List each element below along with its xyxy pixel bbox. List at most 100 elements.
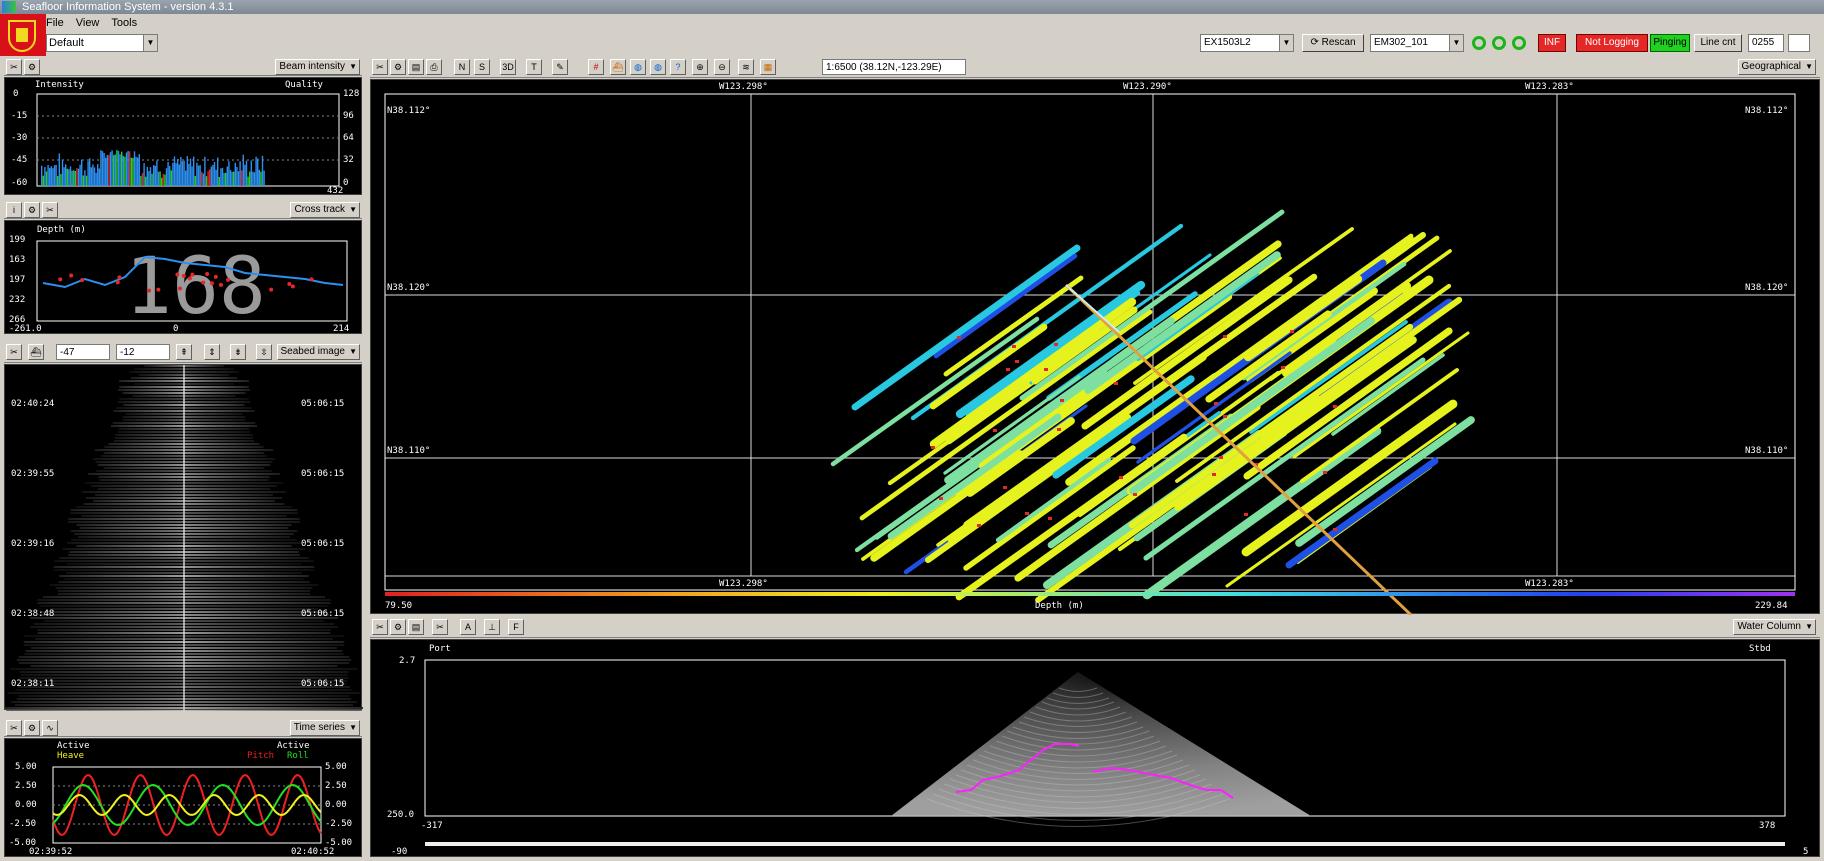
help-icon[interactable]: ?: [670, 59, 686, 75]
beam-bar: [106, 155, 108, 186]
wc-view-dropdown[interactable]: Water Column: [1733, 619, 1816, 635]
beam-bar: [69, 166, 72, 186]
time-view-dropdown[interactable]: Time series: [289, 720, 360, 736]
cross-outlier-point: [309, 277, 314, 282]
line-count-value[interactable]: 0255: [1748, 34, 1784, 52]
measure-icon[interactable]: ✎: [552, 59, 568, 75]
chevron-down-icon[interactable]: ▼: [143, 35, 157, 51]
gain-down-icon[interactable]: ⇟: [230, 344, 246, 360]
filter-icon[interactable]: ✂: [432, 619, 448, 635]
sounding-outlier: [1003, 486, 1007, 489]
graph-icon[interactable]: ∿: [42, 720, 58, 736]
fullscreen-icon[interactable]: F: [508, 619, 524, 635]
layers-icon[interactable]: ▤: [408, 619, 424, 635]
status-light-icon: [1512, 36, 1526, 50]
chevron-down-icon[interactable]: ▼: [1279, 35, 1293, 51]
sounding-outlier: [1323, 471, 1327, 474]
cross-outlier-point: [187, 276, 192, 281]
beam-bar: [141, 173, 144, 186]
globe2-icon[interactable]: ◍: [650, 59, 666, 75]
settings-icon[interactable]: ⚙: [24, 720, 40, 736]
coast-icon[interactable]: ≋: [738, 59, 754, 75]
grid-icon[interactable]: #: [588, 59, 604, 75]
beam-bar: [244, 164, 246, 186]
beam-view-dropdown[interactable]: Beam intensity: [275, 59, 360, 75]
tools-icon[interactable]: ✂: [6, 344, 22, 360]
beam-bar: [170, 170, 172, 186]
survey-select[interactable]: EM302_101 ▼: [1370, 34, 1464, 52]
tools-icon[interactable]: ✂: [42, 202, 58, 218]
menu-tools[interactable]: Tools: [111, 17, 137, 29]
beam-bar: [186, 156, 188, 186]
tools-icon[interactable]: ✂: [6, 59, 22, 75]
beam-bar: [213, 161, 216, 186]
color-bar-min: 79.50: [385, 601, 413, 611]
beam-bar: [263, 170, 265, 186]
depth-map-svg: [384, 93, 1796, 617]
cross-outlier-point: [226, 277, 231, 282]
tools-icon[interactable]: ✂: [6, 720, 22, 736]
globe-icon[interactable]: ◍: [630, 59, 646, 75]
color-bar-max: 229.84: [1755, 601, 1788, 611]
tools-icon[interactable]: ✂: [372, 619, 388, 635]
line-count-spare[interactable]: [1788, 34, 1810, 52]
settings-icon[interactable]: ⚙: [390, 59, 406, 75]
time-y-left-tick: 5.00: [15, 762, 37, 772]
rescan-button[interactable]: ⟳ Rescan: [1302, 34, 1364, 52]
inf-indicator[interactable]: INF: [1538, 34, 1566, 52]
line-count-button[interactable]: Line cnt: [1694, 34, 1742, 52]
seabed-max-input[interactable]: -12: [116, 344, 170, 360]
beam-bar: [221, 167, 224, 186]
sounding-outlier: [1223, 335, 1227, 338]
sounding-outlier: [977, 524, 981, 527]
sounder-select[interactable]: EX1503L2 ▼: [1200, 34, 1294, 52]
time-y-left-tick: 2.50: [15, 781, 37, 791]
settings-icon[interactable]: ⚙: [390, 619, 406, 635]
profile-select[interactable]: Default ▼: [46, 34, 158, 52]
settings-icon[interactable]: ⚙: [24, 202, 40, 218]
seabed-panel-toolbar: ✂ ⛴ -47 -12 ⇞ ⇕ ⇟ ⇳ Seabed image: [4, 343, 362, 363]
projection-dropdown[interactable]: Geographical: [1737, 59, 1816, 75]
gain-slider[interactable]: [425, 842, 1785, 846]
vessel-icon[interactable]: ⛴: [610, 59, 626, 75]
wc-panel-toolbar: ✂ ⚙ ▤ ✂ A ⊥ F Water Column: [370, 618, 1820, 638]
north-up-button[interactable]: N: [454, 59, 470, 75]
gain-up-icon[interactable]: ⇞: [176, 344, 192, 360]
print-icon[interactable]: ⎙: [426, 59, 442, 75]
beam-y-right-tick: 0: [343, 178, 349, 188]
wc-port-label: Port: [429, 644, 451, 654]
ship-up-button[interactable]: S: [474, 59, 490, 75]
beam-bar: [220, 168, 222, 186]
beam-bar: [242, 154, 244, 186]
track-button[interactable]: T: [526, 59, 542, 75]
gain-center-icon[interactable]: ⇕: [204, 344, 220, 360]
map-bottom-lon: W123.283°: [1525, 579, 1574, 589]
pinging-status-button[interactable]: Pinging: [1650, 34, 1690, 52]
palette-icon[interactable]: ▦: [760, 59, 776, 75]
sounding-outlier: [1025, 512, 1029, 515]
angle-icon[interactable]: A: [460, 619, 476, 635]
bottom-detect-icon[interactable]: ⊥: [484, 619, 500, 635]
layers-icon[interactable]: ▤: [408, 59, 424, 75]
seabed-view-dropdown[interactable]: Seabed image: [276, 344, 360, 360]
ship-icon[interactable]: ⛴: [28, 344, 44, 360]
chevron-down-icon[interactable]: ▼: [1449, 35, 1463, 51]
info-icon[interactable]: i: [6, 202, 22, 218]
settings-icon[interactable]: ⚙: [24, 59, 40, 75]
seabed-min-input[interactable]: -47: [56, 344, 110, 360]
beam-y-left-tick: 0: [13, 89, 19, 99]
3d-view-button[interactable]: 3D: [500, 59, 516, 75]
beam-bar: [82, 175, 84, 186]
range-icon[interactable]: ⇳: [256, 344, 272, 360]
seabed-time-left: 02:38:48: [11, 609, 55, 619]
menu-view[interactable]: View: [76, 17, 100, 29]
cross-view-dropdown[interactable]: Cross track: [290, 202, 360, 218]
zoom-in-icon[interactable]: ⊕: [692, 59, 708, 75]
beam-right-title: Quality: [285, 80, 323, 90]
wc-stbd-label: Stbd: [1749, 644, 1771, 654]
seabed-time-left: 02:39:16: [11, 539, 55, 549]
zoom-out-icon[interactable]: ⊖: [714, 59, 730, 75]
tools-icon[interactable]: ✂: [372, 59, 388, 75]
logging-status-button[interactable]: Not Logging: [1576, 34, 1648, 52]
menu-file[interactable]: File: [46, 17, 64, 29]
